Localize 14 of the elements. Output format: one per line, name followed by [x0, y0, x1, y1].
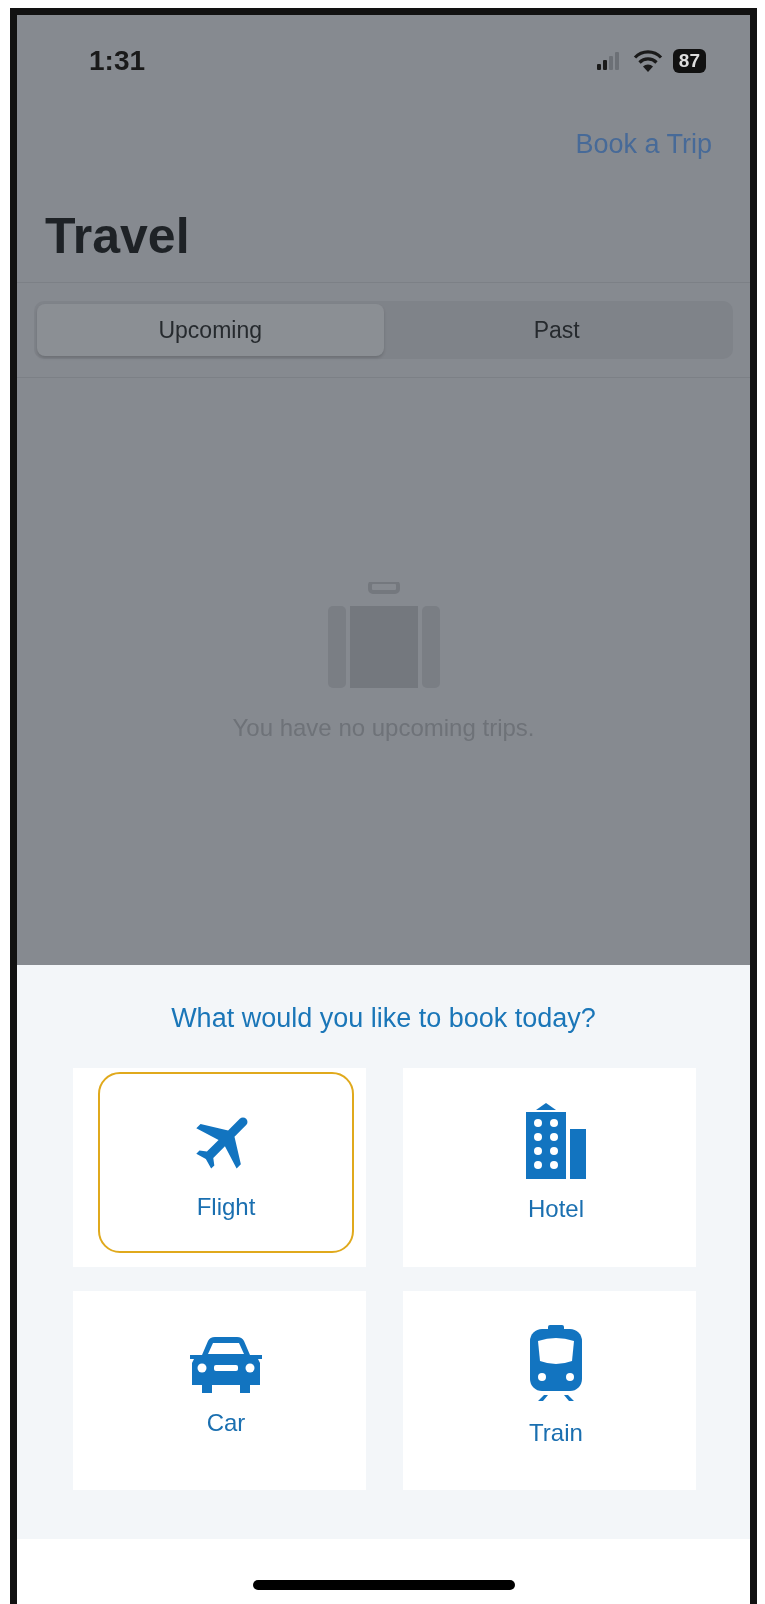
segment-tab[interactable]: Upcoming	[37, 304, 384, 356]
car-icon	[188, 1334, 264, 1393]
page-title: Travel	[45, 206, 190, 265]
status-time: 1:31	[89, 45, 146, 77]
booking-option-tile[interactable]: Car	[73, 1291, 366, 1490]
wifi-icon	[632, 50, 663, 72]
booking-option-tile[interactable]: Hotel	[403, 1068, 696, 1267]
battery-level: 87	[672, 49, 706, 73]
segment-tab[interactable]: Past	[383, 304, 730, 356]
booking-option-tile[interactable]: Train	[403, 1291, 696, 1490]
train-icon	[528, 1324, 584, 1403]
sheet-prompt: What would you like to book today?	[170, 1003, 597, 1034]
booking-option-tile[interactable]: Flight	[73, 1068, 366, 1267]
building-icon	[524, 1102, 588, 1179]
